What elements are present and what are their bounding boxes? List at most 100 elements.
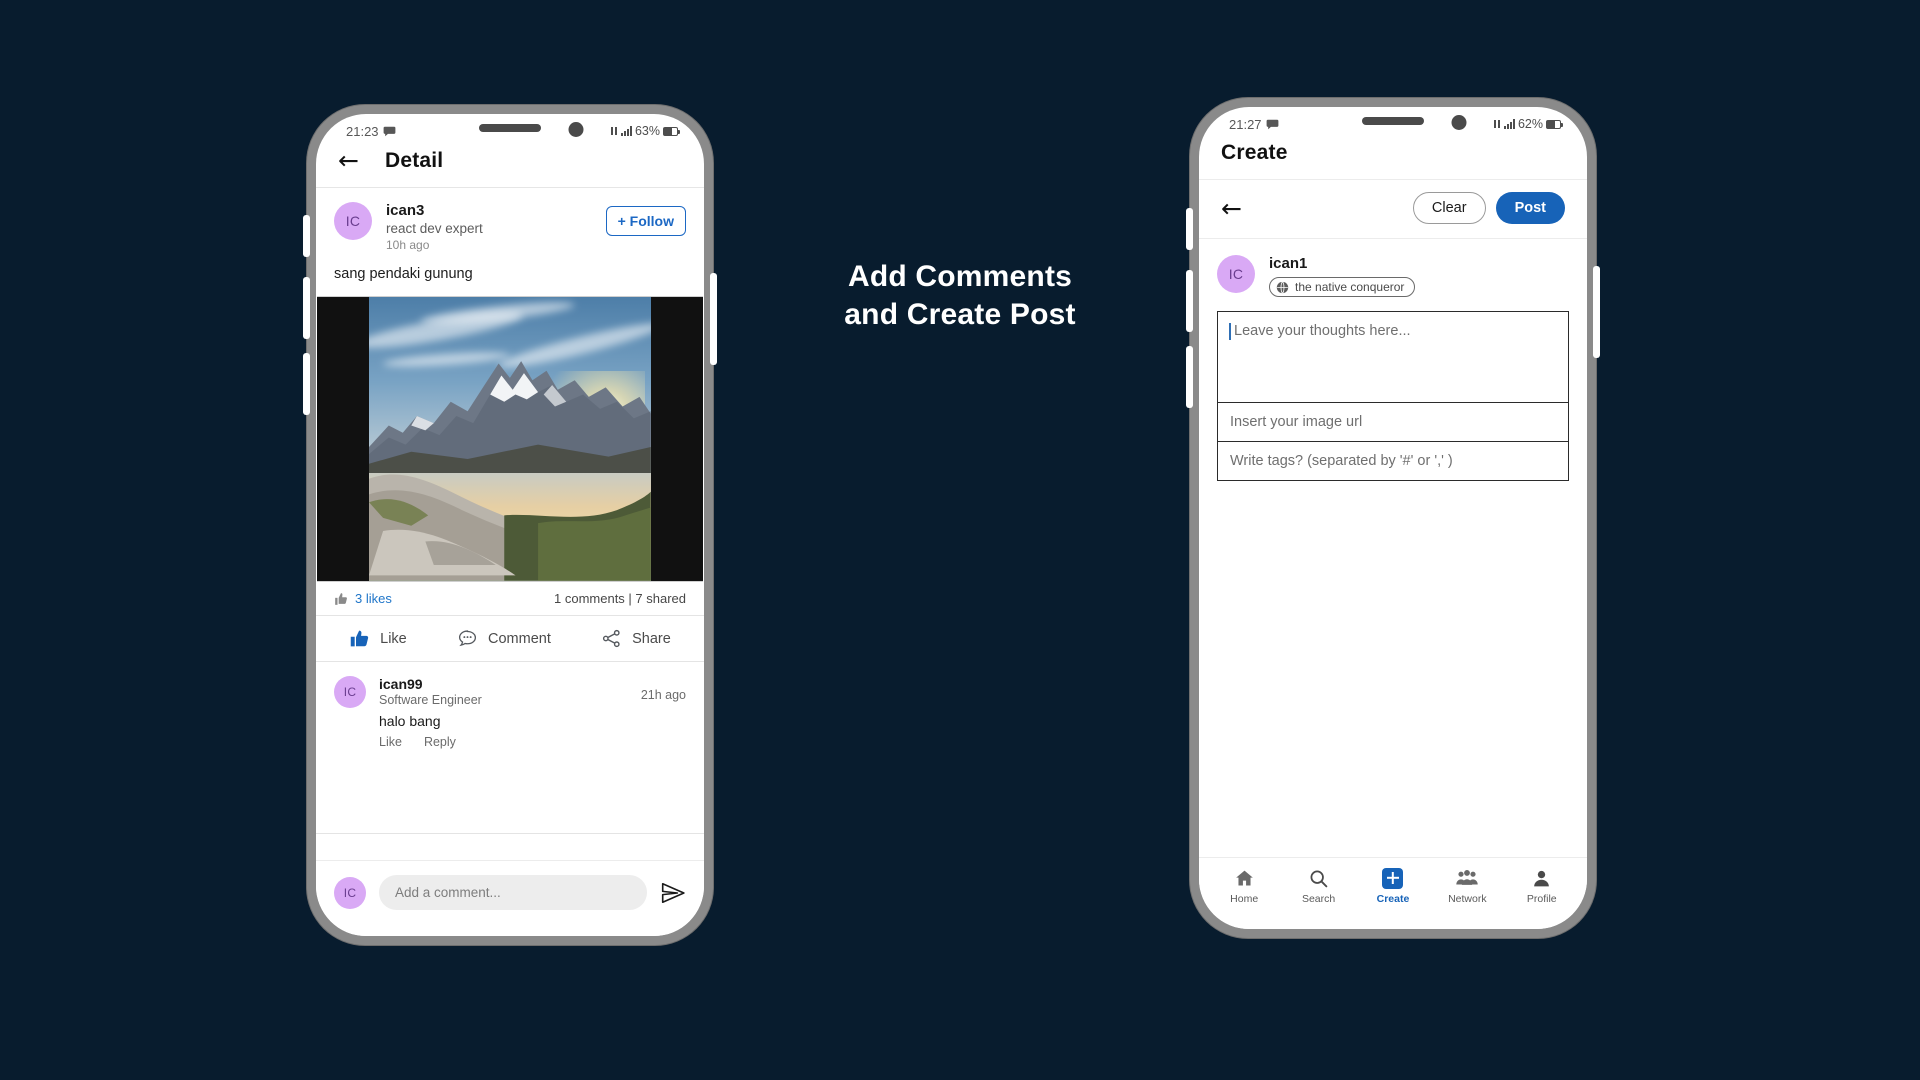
center-caption: Add Comments and Create Post (720, 258, 1200, 335)
right-app-bar: Create (1199, 137, 1587, 180)
avatar[interactable]: IC (334, 876, 366, 909)
status-time: 21:27 (1229, 116, 1262, 132)
front-camera-dot (568, 122, 584, 137)
post-image-container (317, 296, 703, 582)
share-label: Share (632, 630, 671, 647)
left-phone-frame: 21:23 63% ← Detail IC ican3 react dev ex… (303, 105, 717, 945)
avatar[interactable]: IC (334, 676, 366, 708)
post-button[interactable]: Post (1495, 192, 1565, 224)
likes-group[interactable]: 3 likes (334, 591, 392, 606)
avatar[interactable]: IC (334, 202, 372, 240)
comment-button[interactable]: Comment (457, 628, 551, 649)
arrow-left-icon[interactable]: ← (338, 148, 359, 173)
create-post-form: Leave your thoughts here... Insert your … (1199, 310, 1587, 481)
battery-icon (663, 126, 680, 136)
phone-side-button-silent[interactable] (1186, 208, 1193, 250)
send-icon[interactable] (660, 880, 686, 906)
post-action-bar: Like Comment Share (316, 616, 704, 662)
nav-item-home[interactable]: Home (1213, 867, 1275, 905)
follow-button[interactable]: + Follow (605, 206, 686, 236)
post-header: IC ican3 react dev expert 10h ago + Foll… (316, 188, 704, 264)
battery-percent: 63% (634, 124, 660, 138)
clear-button[interactable]: Clear (1412, 192, 1486, 224)
image-url-input[interactable]: Insert your image url (1217, 402, 1569, 442)
like-button[interactable]: Like (349, 628, 407, 649)
page-title: Detail (384, 148, 444, 172)
status-left: 21:23 (346, 124, 396, 139)
thumbs-up-icon (350, 630, 369, 647)
comment-author-name[interactable]: ican99 (379, 676, 482, 692)
phone-side-button-volume-up[interactable] (1186, 270, 1193, 332)
comment-item: IC ican99 Software Engineer 21h ago halo… (316, 662, 704, 759)
text-caret (1229, 322, 1231, 340)
create-toolbar: ← Clear Post (1199, 180, 1587, 239)
plus-square-icon (1382, 867, 1404, 889)
post-author-headline: react dev expert (386, 221, 483, 236)
nav-item-search[interactable]: Search (1288, 867, 1350, 905)
comment-reply-action[interactable]: Reply (424, 735, 456, 749)
pause-icon (610, 127, 617, 135)
tags-input[interactable]: Write tags? (separated by '#' or ',' ) (1217, 441, 1569, 481)
phone-side-button-volume-down[interactable] (303, 353, 310, 415)
globe-icon (1276, 281, 1289, 293)
comment-author-role: Software Engineer (379, 693, 482, 707)
avatar[interactable]: IC (1217, 255, 1255, 293)
pause-icon (1493, 120, 1500, 128)
people-group-icon (1455, 867, 1479, 889)
comment-composer: IC Add a comment... (316, 860, 704, 936)
comment-text: halo bang (379, 713, 441, 729)
phone-side-button-silent[interactable] (303, 215, 310, 257)
add-comment-input[interactable]: Add a comment... (379, 875, 647, 910)
right-status-bar: 21:27 62% (1199, 107, 1587, 137)
nav-item-create[interactable]: Create (1362, 867, 1424, 905)
search-icon (1308, 867, 1329, 889)
post-image[interactable] (369, 297, 651, 581)
post-author-meta: ican3 react dev expert 10h ago (386, 202, 592, 252)
image-rocky-ridge (369, 450, 651, 581)
home-icon (1234, 867, 1255, 889)
signal-bars-icon (1503, 119, 1515, 129)
nav-label: Profile (1526, 893, 1557, 905)
phone-side-button-power[interactable] (1593, 266, 1600, 358)
nav-label: Search (1301, 893, 1336, 905)
front-camera-dot (1451, 115, 1467, 130)
post-text: sang pendaki gunung (334, 266, 473, 282)
chat-notification-icon (383, 126, 395, 136)
left-app-bar: ← Detail (316, 144, 704, 188)
phone-side-button-volume-up[interactable] (303, 277, 310, 339)
phone-side-button-volume-down[interactable] (1186, 346, 1193, 408)
create-user-meta: ican1 the native conqueror (1269, 255, 1416, 299)
battery-icon (1546, 119, 1563, 129)
toolbar-buttons: Clear Post (1412, 192, 1565, 224)
post-stats-bar: 3 likes 1 comments | 7 shared (316, 582, 704, 616)
page-title: Create (1221, 141, 1288, 164)
thoughts-placeholder: Leave your thoughts here... (1234, 322, 1411, 339)
comment-label: Comment (488, 630, 551, 647)
right-phone-screen: 21:27 62% Create ← Clear Post IC ican1 t… (1199, 107, 1587, 929)
comments-shares-count[interactable]: 1 comments | 7 shared (554, 591, 686, 606)
battery-percent: 62% (1517, 117, 1543, 131)
comment-like-action[interactable]: Like (379, 735, 402, 749)
status-right: 63% (610, 124, 680, 138)
caption-line-2: and Create Post (844, 298, 1076, 332)
nav-item-network[interactable]: Network (1436, 867, 1498, 905)
nav-item-profile[interactable]: Profile (1511, 867, 1573, 905)
arrow-left-icon[interactable]: ← (1221, 196, 1242, 221)
create-user-name: ican1 (1269, 255, 1308, 272)
bottom-navigation: Home Search Create Network Profile (1199, 857, 1587, 929)
comment-author-block: ican99 Software Engineer (379, 676, 482, 707)
status-badge[interactable]: the native conqueror (1269, 277, 1416, 297)
badge-label: the native conqueror (1295, 280, 1405, 294)
comment-header: ican99 Software Engineer 21h ago (379, 676, 686, 707)
create-user-row: IC ican1 the native conqueror (1199, 239, 1587, 311)
nav-label: Network (1448, 893, 1487, 905)
share-button[interactable]: Share (601, 628, 671, 649)
post-author-name[interactable]: ican3 (386, 202, 592, 219)
right-phone-frame: 21:27 62% Create ← Clear Post IC ican1 t… (1186, 98, 1600, 938)
share-icon (603, 629, 620, 648)
comment-bubble-icon (458, 630, 477, 647)
phone-side-button-power[interactable] (710, 273, 717, 365)
thoughts-textarea[interactable]: Leave your thoughts here... (1217, 310, 1569, 403)
likes-count[interactable]: 3 likes (355, 591, 392, 606)
speaker-pill (479, 124, 541, 132)
